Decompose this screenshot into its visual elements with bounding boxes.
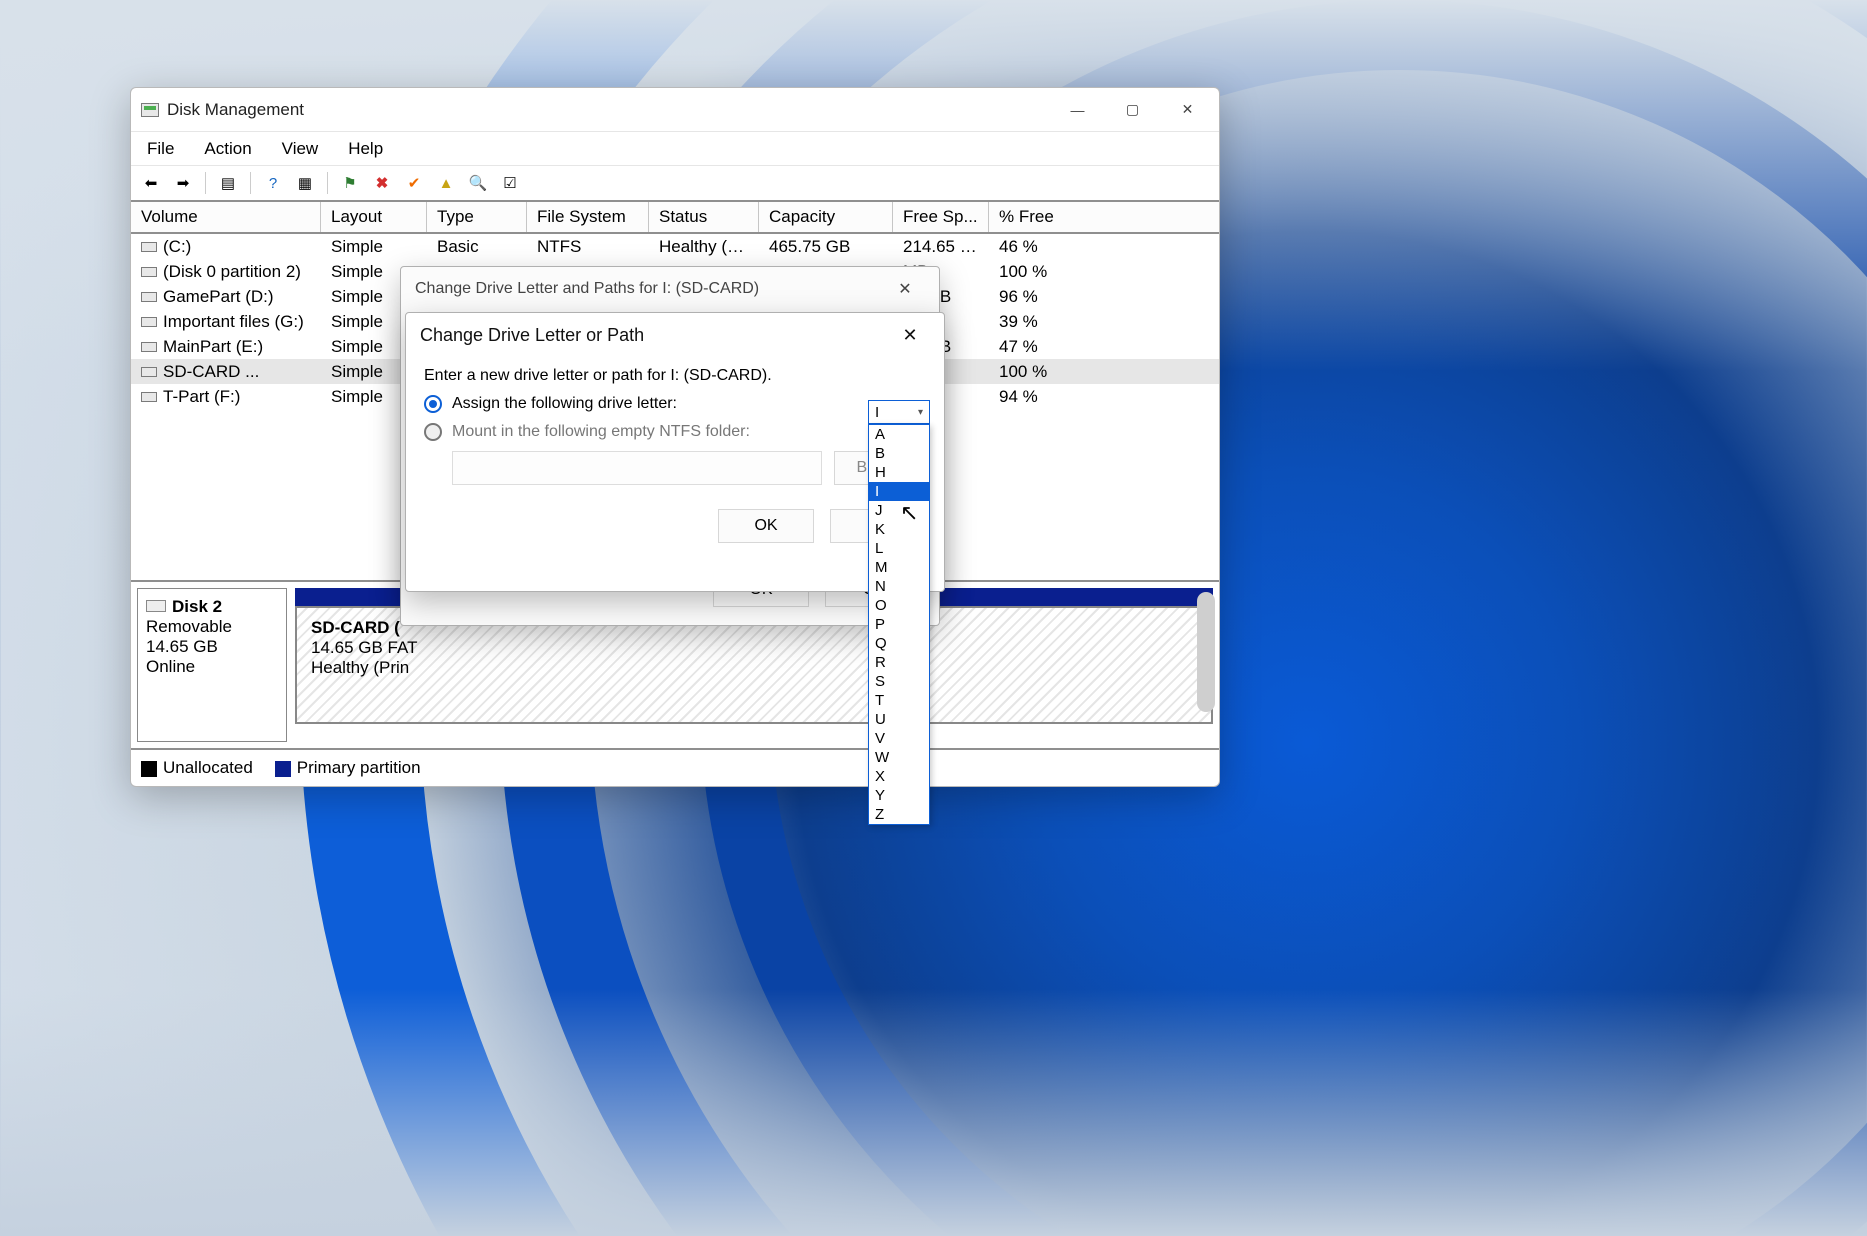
combo-option[interactable]: R (869, 653, 929, 672)
minimize-button[interactable]: — (1050, 91, 1105, 129)
combo-option[interactable]: O (869, 596, 929, 615)
col-volume[interactable]: Volume (131, 202, 321, 232)
radio-mount-folder[interactable] (424, 423, 442, 441)
col-capacity[interactable]: Capacity (759, 202, 893, 232)
combo-option[interactable]: J (869, 501, 929, 520)
folder-up-icon[interactable]: ▲ (432, 169, 460, 197)
settings-icon[interactable]: ⚑ (336, 169, 364, 197)
combo-option[interactable]: S (869, 672, 929, 691)
combo-option[interactable]: M (869, 558, 929, 577)
titlebar: Disk Management — ▢ ✕ (131, 88, 1219, 132)
chevron-down-icon: ▾ (918, 407, 923, 418)
disk-icon (146, 600, 166, 612)
legend-unallocated: Unallocated (163, 758, 253, 777)
legend: Unallocated Primary partition (131, 750, 1219, 786)
table-row[interactable]: (C:)SimpleBasicNTFSHealthy (B...465.75 G… (131, 234, 1219, 259)
help-icon[interactable]: ? (259, 169, 287, 197)
combo-option[interactable]: P (869, 615, 929, 634)
dlg2-prompt: Enter a new drive letter or path for I: … (424, 367, 926, 385)
disk-info-panel[interactable]: Disk 2 Removable 14.65 GB Online (137, 588, 287, 742)
toolbar: ⬅ ➡ ▤ ? ▦ ⚑ ✖ ✔ ▲ 🔍 ☑ (131, 166, 1219, 202)
menu-file[interactable]: File (145, 135, 176, 163)
combo-option[interactable]: I (869, 482, 929, 501)
combo-option[interactable]: W (869, 748, 929, 767)
combo-option[interactable]: Q (869, 634, 929, 653)
list-icon[interactable]: ☑ (496, 169, 524, 197)
partition-title: SD-CARD ( (311, 618, 400, 637)
label-assign-letter: Assign the following drive letter: (452, 395, 677, 413)
combo-option[interactable]: X (869, 767, 929, 786)
show-hide-tree-icon[interactable]: ▤ (214, 169, 242, 197)
change-drive-letter-or-path-dialog: Change Drive Letter or Path ✕ Enter a ne… (405, 312, 945, 592)
scrollbar-thumb[interactable] (1197, 592, 1215, 712)
drive-letter-dropdown[interactable]: ABHIJKLMNOPQRSTUVWXYZ (868, 424, 930, 825)
combo-option[interactable]: K (869, 520, 929, 539)
disk-name: Disk 2 (172, 597, 222, 616)
label-mount-folder: Mount in the following empty NTFS folder… (452, 423, 750, 441)
partition-line3: Healthy (Prin (311, 658, 1197, 678)
combo-option[interactable]: V (869, 729, 929, 748)
maximize-button[interactable]: ▢ (1105, 91, 1160, 129)
combo-option[interactable]: H (869, 463, 929, 482)
dlg2-ok-button[interactable]: OK (718, 509, 814, 543)
combo-option[interactable]: B (869, 444, 929, 463)
legend-swatch-primary (275, 761, 291, 777)
close-button[interactable]: ✕ (1160, 91, 1215, 129)
properties-icon[interactable]: ✔ (400, 169, 428, 197)
combo-option[interactable]: Y (869, 786, 929, 805)
partition-line2: 14.65 GB FAT (311, 638, 1197, 658)
legend-swatch-unallocated (141, 761, 157, 777)
menu-view[interactable]: View (280, 135, 321, 163)
mount-path-input (452, 451, 822, 485)
app-icon (141, 103, 159, 117)
combo-selected[interactable]: I ▾ (868, 400, 930, 424)
menu-help[interactable]: Help (346, 135, 385, 163)
col-filesystem[interactable]: File System (527, 202, 649, 232)
combo-option[interactable]: U (869, 710, 929, 729)
window-title: Disk Management (167, 100, 304, 120)
dlg2-close-button[interactable]: ✕ (890, 317, 930, 353)
menubar: File Action View Help (131, 132, 1219, 166)
col-status[interactable]: Status (649, 202, 759, 232)
find-icon[interactable]: 🔍 (464, 169, 492, 197)
col-free[interactable]: Free Sp... (893, 202, 989, 232)
refresh-icon[interactable]: ▦ (291, 169, 319, 197)
dlg1-close-button[interactable]: ✕ (885, 271, 925, 307)
disk-size: 14.65 GB (146, 637, 278, 657)
disk-type: Removable (146, 617, 278, 637)
combo-option[interactable]: T (869, 691, 929, 710)
volume-table-header: Volume Layout Type File System Status Ca… (131, 202, 1219, 234)
dlg1-title: Change Drive Letter and Paths for I: (SD… (415, 280, 759, 298)
delete-icon[interactable]: ✖ (368, 169, 396, 197)
combo-option[interactable]: L (869, 539, 929, 558)
combo-option[interactable]: Z (869, 805, 929, 824)
disk-state: Online (146, 657, 278, 677)
back-icon[interactable]: ⬅ (137, 169, 165, 197)
legend-primary: Primary partition (297, 758, 421, 777)
radio-assign-letter[interactable] (424, 395, 442, 413)
col-type[interactable]: Type (427, 202, 527, 232)
forward-icon[interactable]: ➡ (169, 169, 197, 197)
combo-value: I (875, 404, 879, 421)
menu-action[interactable]: Action (202, 135, 253, 163)
combo-option[interactable]: A (869, 425, 929, 444)
drive-letter-combo[interactable]: I ▾ ABHIJKLMNOPQRSTUVWXYZ (868, 400, 930, 825)
dlg2-title: Change Drive Letter or Path (420, 325, 644, 346)
col-layout[interactable]: Layout (321, 202, 427, 232)
combo-option[interactable]: N (869, 577, 929, 596)
col-pct[interactable]: % Free (989, 202, 1219, 232)
